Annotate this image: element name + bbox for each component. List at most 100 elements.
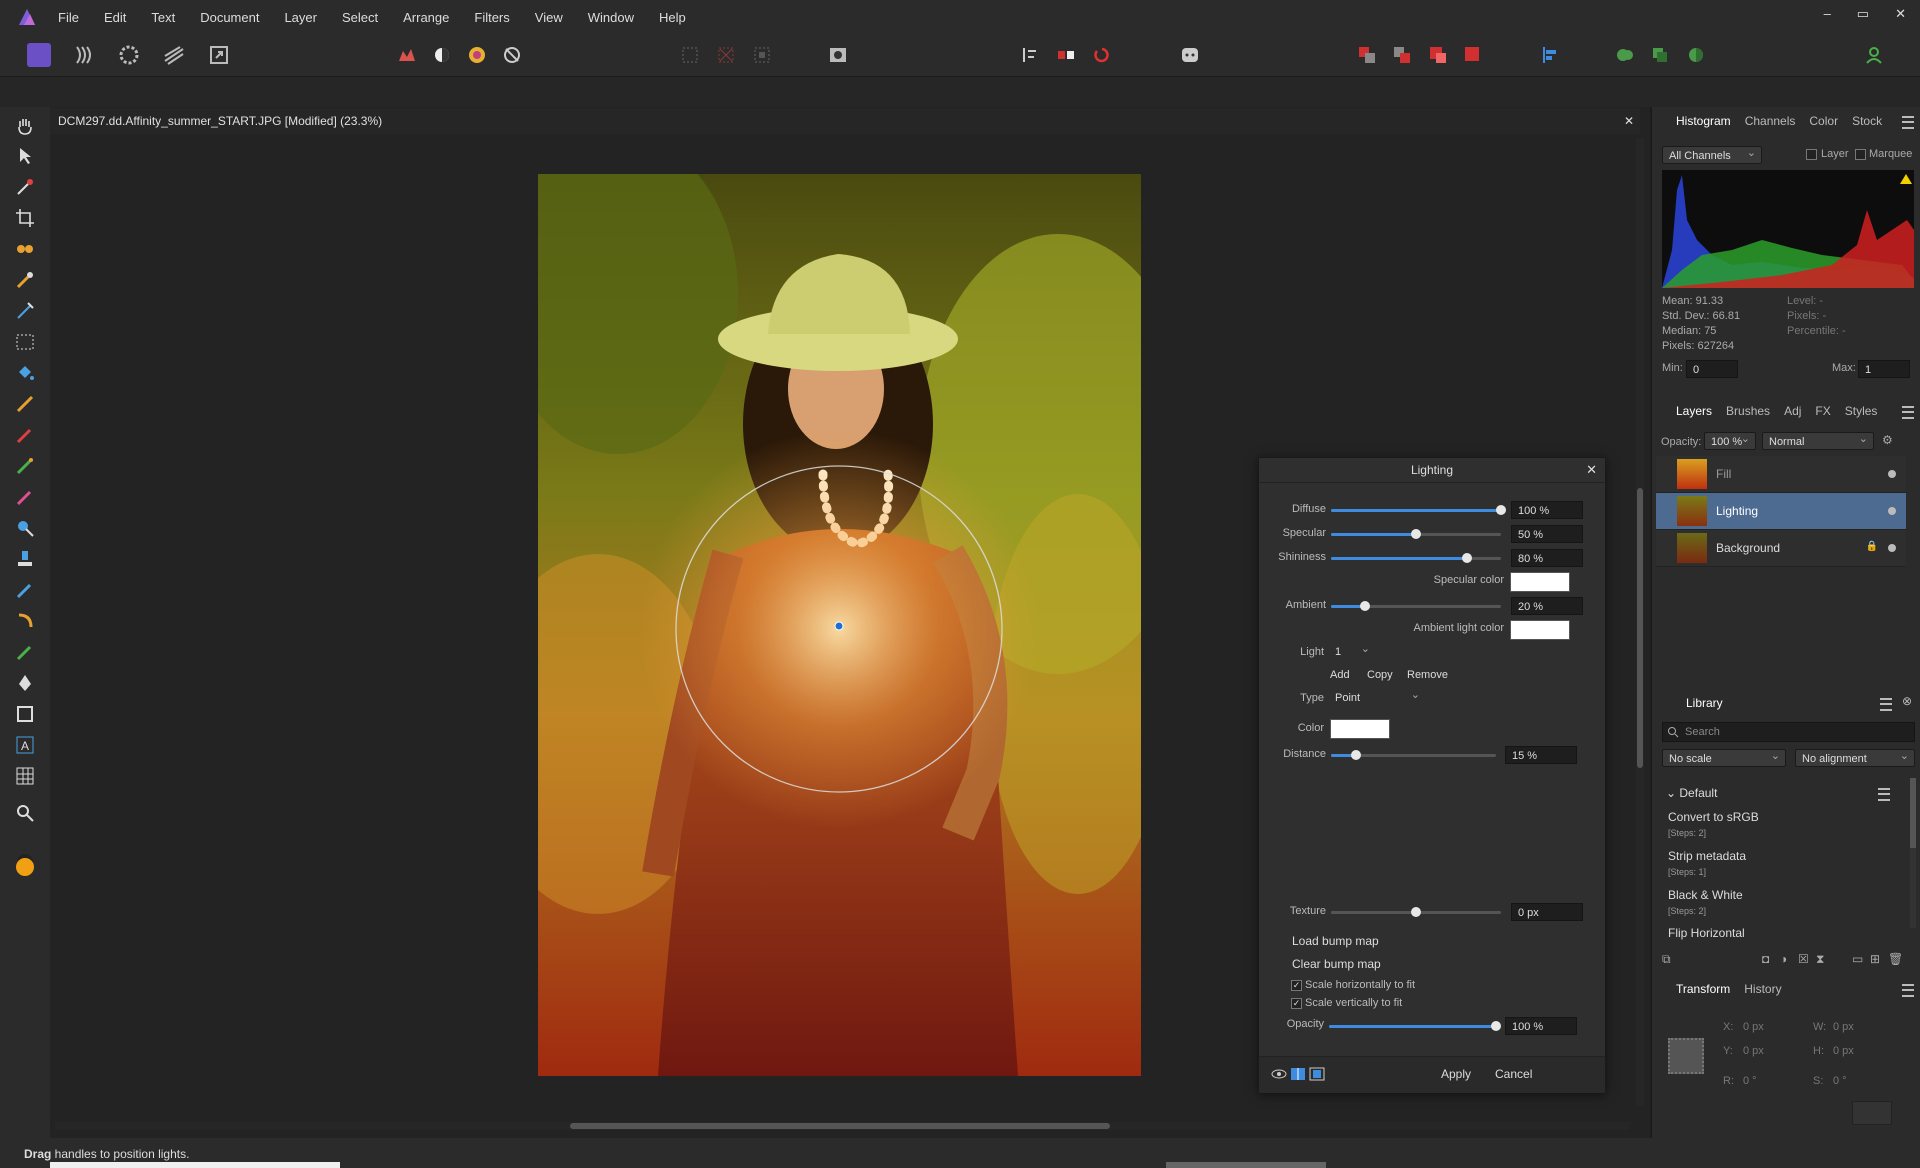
library-search-input[interactable]: Search [1662, 722, 1915, 742]
x-field[interactable]: 0 px [1743, 1021, 1764, 1033]
selection-brush-icon[interactable] [14, 300, 36, 322]
library-item[interactable]: Convert to sRGB [Steps: 2] [1668, 810, 1900, 838]
library-menu-icon[interactable] [1880, 698, 1892, 711]
close-window-button[interactable]: ✕ [1895, 6, 1906, 22]
gradient-tool-icon[interactable] [14, 393, 36, 415]
opacity-field[interactable]: 100 % [1505, 1017, 1577, 1035]
tone-mapping-persona-icon[interactable] [162, 43, 186, 67]
tab-histogram[interactable]: Histogram [1676, 114, 1731, 128]
scale-select[interactable]: No scale [1662, 747, 1786, 767]
flip-icon[interactable] [1054, 43, 1078, 67]
texture-field[interactable]: 0 px [1511, 903, 1583, 921]
assistant-icon[interactable] [1178, 43, 1202, 67]
layers-menu-icon[interactable] [1902, 406, 1914, 419]
delete-layer-icon[interactable]: 🗑 [1888, 952, 1903, 966]
group-icon[interactable]: ▭ [1852, 952, 1863, 966]
ambient-color-swatch[interactable] [1510, 620, 1570, 640]
distance-field[interactable]: 15 % [1505, 746, 1577, 764]
smudge-brush-icon[interactable] [14, 579, 36, 601]
tab-stock[interactable]: Stock [1852, 114, 1882, 128]
apply-button[interactable]: Apply [1441, 1067, 1471, 1081]
load-bump-map-button[interactable]: Load bump map [1292, 934, 1379, 948]
horizontal-scroll-thumb[interactable] [570, 1123, 1110, 1129]
mesh-warp-icon[interactable] [14, 765, 36, 787]
dodge-brush-icon[interactable] [14, 517, 36, 539]
scale-horizontally-checkbox[interactable]: ✓ [1291, 980, 1302, 991]
pen-tool-icon[interactable] [14, 672, 36, 694]
arrange-forward-icon[interactable] [1426, 43, 1450, 67]
flood-select-icon[interactable] [14, 269, 36, 291]
menu-help[interactable]: Help [659, 10, 686, 25]
transform-options-button[interactable] [1852, 1101, 1892, 1125]
menu-filters[interactable]: Filters [474, 10, 509, 25]
fill-tool-icon[interactable] [14, 362, 36, 384]
marquee-checkbox[interactable] [1855, 149, 1866, 160]
library-item[interactable]: Flip Horizontal [1668, 926, 1900, 940]
remove-light-button[interactable]: Remove [1407, 669, 1448, 681]
tab-history[interactable]: History [1744, 982, 1781, 996]
paint-brush-icon[interactable] [14, 424, 36, 446]
adjustment-icon[interactable]: ◑ [1780, 952, 1787, 966]
add-light-button[interactable]: Add [1330, 669, 1350, 681]
vertical-scrollbar[interactable] [1636, 138, 1644, 1106]
align-icon[interactable] [1018, 43, 1042, 67]
arrange-front-icon[interactable] [1461, 43, 1485, 67]
document-tab[interactable]: DCM297.dd.Affinity_summer_START.JPG [Mod… [50, 108, 1640, 134]
shininess-field[interactable]: 80 % [1511, 549, 1583, 567]
tab-color[interactable]: Color [1809, 114, 1838, 128]
marquee-tool-icon[interactable] [14, 331, 36, 353]
pixel-layer-icon[interactable]: ⊞ [1870, 952, 1880, 966]
blend-mode-select[interactable]: Normal [1762, 430, 1874, 450]
tab-adj[interactable]: Adj [1784, 404, 1801, 418]
align-left-icon[interactable] [1538, 43, 1562, 67]
tab-fx[interactable]: FX [1815, 404, 1830, 418]
erase-brush-icon[interactable] [14, 486, 36, 508]
visibility-icon[interactable] [1888, 470, 1896, 478]
user-account-icon[interactable] [1862, 43, 1886, 67]
tab-channels[interactable]: Channels [1745, 114, 1796, 128]
type-select[interactable]: Point [1329, 686, 1425, 707]
opacity-slider[interactable] [1329, 1021, 1501, 1031]
library-scrollbar[interactable] [1910, 778, 1916, 928]
light-color-swatch[interactable] [1330, 719, 1390, 739]
layer-row-fill[interactable]: Fill [1656, 456, 1906, 493]
photo-persona-icon[interactable] [27, 43, 51, 67]
mask-icon[interactable]: ◘ [1762, 952, 1769, 966]
levels-icon[interactable] [395, 43, 419, 67]
tab-library[interactable]: Library [1686, 696, 1723, 710]
export-persona-icon[interactable] [207, 43, 231, 67]
preview-icon[interactable] [1271, 1067, 1287, 1081]
layer-row-lighting[interactable]: Lighting [1656, 493, 1906, 530]
histogram-menu-icon[interactable] [1902, 116, 1914, 129]
ambient-slider[interactable] [1331, 601, 1501, 611]
specular-slider[interactable] [1331, 529, 1501, 539]
color-wheel-icon[interactable] [465, 43, 489, 67]
text-tool-icon[interactable]: A [14, 734, 36, 756]
rectangle-tool-icon[interactable] [14, 703, 36, 725]
menu-document[interactable]: Document [200, 10, 259, 25]
menu-select[interactable]: Select [342, 10, 378, 25]
diffuse-slider[interactable] [1331, 505, 1506, 515]
horizontal-scrollbar[interactable] [55, 1122, 1630, 1130]
boolean-subtract-icon[interactable] [1648, 43, 1672, 67]
color-picker-icon[interactable] [14, 176, 36, 198]
menu-edit[interactable]: Edit [104, 10, 126, 25]
boolean-add-icon[interactable] [1613, 43, 1637, 67]
visibility-icon[interactable] [1888, 544, 1896, 552]
quick-mask-icon[interactable] [826, 43, 850, 67]
min-field[interactable]: 0 [1686, 360, 1738, 378]
h-field[interactable]: 0 px [1833, 1045, 1854, 1057]
specular-field[interactable]: 50 % [1511, 525, 1583, 543]
menu-window[interactable]: Window [588, 10, 634, 25]
library-item[interactable]: Strip metadata [Steps: 1] [1668, 849, 1900, 877]
move-tool-icon[interactable] [14, 145, 36, 167]
layer-row-background[interactable]: Background 🔒 [1656, 530, 1906, 567]
shininess-slider[interactable] [1331, 553, 1501, 563]
s-field[interactable]: 0 ° [1833, 1075, 1847, 1087]
zoom-tool-icon[interactable] [14, 802, 36, 824]
arrange-back-icon[interactable] [1355, 43, 1379, 67]
menu-layer[interactable]: Layer [284, 10, 317, 25]
library-item[interactable]: Black & White [Steps: 2] [1668, 888, 1900, 916]
visibility-icon[interactable] [1888, 507, 1896, 515]
layer-settings-icon[interactable]: ⚙ [1882, 433, 1893, 447]
